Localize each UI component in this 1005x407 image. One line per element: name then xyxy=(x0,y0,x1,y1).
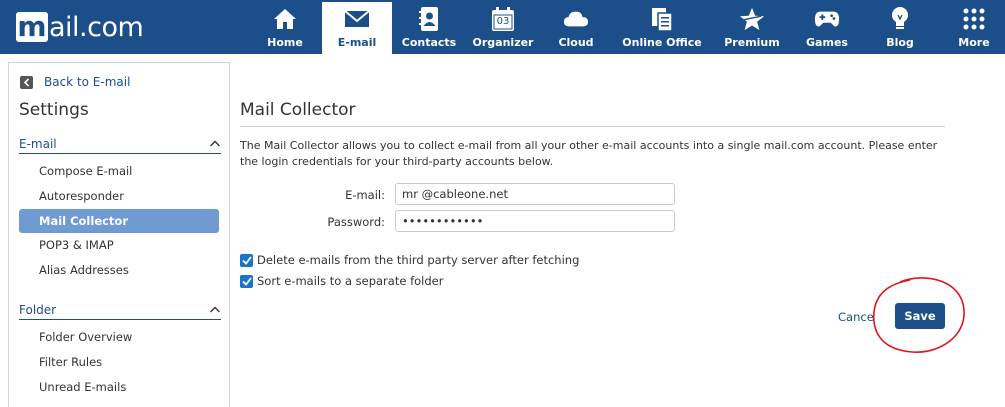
sidebar-item-mail-collector[interactable]: Mail Collector xyxy=(19,209,219,233)
nav-premium[interactable]: Premium xyxy=(712,0,792,54)
chevron-up-icon xyxy=(210,306,220,312)
sidebar-item-folder-overview[interactable]: Folder Overview xyxy=(19,325,219,349)
option-label: Delete e-mails from the third party serv… xyxy=(257,253,580,267)
password-label: Password: xyxy=(327,215,385,229)
calendar-icon: 03 xyxy=(490,6,516,32)
sidebar-item-pop3-imap[interactable]: POP3 & IMAP xyxy=(19,233,219,257)
sidebar-item-unread-emails[interactable]: Unread E-mails xyxy=(19,375,219,399)
settings-title: Settings xyxy=(19,100,89,120)
sidebar-item-autoresponder[interactable]: Autoresponder xyxy=(19,184,219,208)
chevron-up-icon xyxy=(210,140,220,146)
description-text: The Mail Collector allows you to collect… xyxy=(240,139,938,168)
cancel-button[interactable]: Cance xyxy=(838,310,874,324)
nav-label: Cloud xyxy=(558,36,594,49)
nav-blog[interactable]: Blog xyxy=(862,0,938,54)
section-heading: Folder xyxy=(19,302,57,317)
nav-contacts[interactable]: Contacts xyxy=(392,0,466,54)
nav-label: Online Office xyxy=(622,36,702,49)
nav-organizer[interactable]: 03 Organizer xyxy=(466,0,540,54)
office-icon xyxy=(649,6,675,32)
sort-to-folder-option[interactable]: Sort e-mails to a separate folder xyxy=(240,274,443,288)
password-field[interactable]: •••••••••••• xyxy=(395,210,675,232)
main-nav: Home E-mail Contacts 03 Organizer Cloud … xyxy=(248,0,1005,54)
sidebar-item-compose-email[interactable]: Compose E-mail xyxy=(19,159,219,183)
grid-icon xyxy=(961,6,987,32)
contacts-icon xyxy=(416,6,442,32)
delete-after-fetch-option[interactable]: Delete e-mails from the third party serv… xyxy=(240,253,579,267)
nav-label: Games xyxy=(806,36,848,49)
nav-online-office[interactable]: Online Office xyxy=(612,0,712,54)
section-header-folder[interactable]: Folder xyxy=(19,300,221,320)
sidebar-item-filter-rules[interactable]: Filter Rules xyxy=(19,350,219,374)
nav-label: E-mail xyxy=(337,36,377,49)
section-header-email[interactable]: E-mail xyxy=(19,134,221,154)
logo-m-box: m xyxy=(16,10,48,43)
settings-sidebar: Back to E-mail Settings E-mail Compose E… xyxy=(8,62,230,407)
back-to-email-link[interactable]: Back to E-mail xyxy=(20,75,130,89)
nav-label: Contacts xyxy=(401,36,457,49)
home-icon xyxy=(272,6,298,32)
nav-more[interactable]: More xyxy=(938,0,1005,54)
mailcom-logo[interactable]: m ail.com xyxy=(16,10,144,44)
section-heading: E-mail xyxy=(19,136,57,151)
email-label: E-mail: xyxy=(345,188,385,202)
nav-label: Organizer xyxy=(472,36,534,49)
nav-cloud[interactable]: Cloud xyxy=(540,0,612,54)
gamepad-icon xyxy=(814,6,840,32)
cloud-icon xyxy=(563,6,589,32)
nav-label: Blog xyxy=(886,36,914,49)
envelope-icon xyxy=(344,6,370,32)
calendar-day: 03 xyxy=(496,16,510,27)
chevron-left-icon xyxy=(20,75,33,89)
checkbox-checked-icon[interactable] xyxy=(240,253,253,267)
nav-label: More xyxy=(958,36,990,49)
nav-label: Home xyxy=(267,36,303,49)
checkbox-checked-icon[interactable] xyxy=(240,274,253,288)
star-icon xyxy=(739,6,765,32)
annotation-circle xyxy=(872,277,965,353)
bulb-icon xyxy=(887,6,913,32)
divider xyxy=(240,126,945,127)
back-label: Back to E-mail xyxy=(44,75,131,89)
nav-home[interactable]: Home xyxy=(248,0,322,54)
option-label: Sort e-mails to a separate folder xyxy=(257,274,444,288)
logo-text: ail.com xyxy=(49,11,144,43)
email-field[interactable]: mr @cableone.net xyxy=(395,183,675,205)
sidebar-item-alias-addresses[interactable]: Alias Addresses xyxy=(19,258,219,282)
page-title: Mail Collector xyxy=(240,100,356,120)
top-navigation-bar: m ail.com Home E-mail Contacts 03 Organi… xyxy=(0,0,1005,54)
nav-games[interactable]: Games xyxy=(792,0,862,54)
nav-email[interactable]: E-mail xyxy=(322,0,392,54)
nav-label: Premium xyxy=(724,36,780,49)
